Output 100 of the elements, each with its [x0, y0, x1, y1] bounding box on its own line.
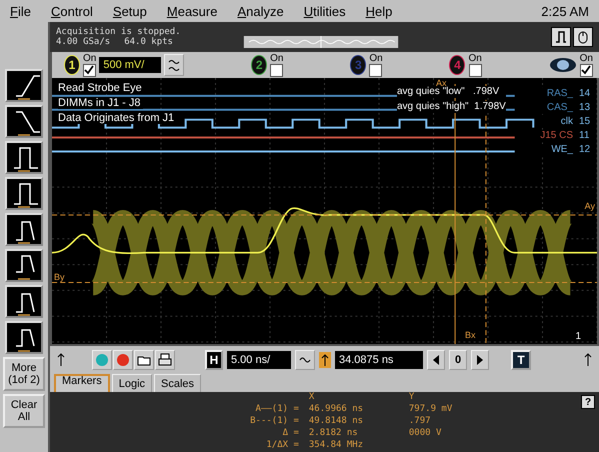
marker-label: Ay	[584, 201, 595, 211]
marker-y-value: .797	[408, 416, 432, 428]
marker-x-value: 354.84 MHz	[308, 440, 364, 452]
measurement-annotation: avg quies "low" .798V	[397, 86, 506, 98]
menu-item[interactable]: Help	[366, 4, 392, 18]
tab[interactable]: Markers	[54, 374, 110, 392]
signal-number: 11	[579, 130, 590, 142]
menu-item[interactable]: Analyze	[237, 4, 284, 18]
channel-checkbox[interactable]	[468, 64, 482, 76]
measurement-tool-button[interactable]	[5, 141, 43, 174]
marker-label: By	[54, 272, 65, 282]
column-heading: X	[308, 392, 316, 404]
signal-name: J15 CS	[540, 130, 573, 142]
center-button[interactable]: 0	[449, 350, 467, 370]
marker-line[interactable]	[454, 84, 456, 344]
channel-number[interactable]: 4	[449, 55, 466, 75]
on-label: On	[580, 54, 593, 64]
signal-name: CAS_	[546, 102, 573, 114]
menu-item[interactable]: Utilities	[304, 4, 346, 18]
signal-name: WE_	[551, 144, 573, 156]
channel-indicator: 1	[575, 331, 581, 342]
memory-depth: 64.0 kpts	[124, 37, 173, 47]
digital-checkbox[interactable]	[580, 64, 593, 76]
circle-icon	[95, 353, 109, 367]
measurement-tool-button[interactable]	[5, 249, 43, 282]
signal-number: 12	[579, 144, 592, 156]
signal-number: 14	[579, 88, 592, 100]
measurement-tool-button[interactable]	[5, 285, 43, 318]
scope-mode-button[interactable]	[551, 27, 571, 47]
vertical-scale-field[interactable]: 500 mV/	[99, 57, 162, 73]
marker-line[interactable]	[485, 84, 486, 344]
right-arrow-icon	[476, 354, 484, 366]
measurement-tool-button[interactable]	[5, 69, 43, 102]
menu-item[interactable]: Measure	[166, 4, 218, 18]
marker-y-value: 797.9 mV	[408, 404, 454, 416]
fine-adjust-button[interactable]	[295, 350, 315, 370]
time-scale-field[interactable]: 5.00 ns/	[227, 351, 291, 369]
left-arrow-icon	[432, 354, 440, 366]
channel-checkbox[interactable]	[270, 64, 284, 76]
up-arrow-icon[interactable]	[583, 353, 593, 367]
left-arrow-button[interactable]	[427, 350, 445, 370]
acquisition-status: Acquisition is stopped.	[56, 27, 181, 37]
measurement-annotation: avg quies "high" 1.798V	[397, 101, 506, 113]
printer-icon	[158, 353, 172, 367]
marker-y-value: 0000 V	[408, 428, 442, 440]
marker-x-value: 2.8182 ns	[308, 428, 359, 440]
marker-label: Bx	[465, 330, 476, 340]
marker-label: Ax	[436, 78, 447, 88]
position-field[interactable]: 34.0875 ns	[335, 351, 423, 369]
print-button[interactable]	[155, 350, 175, 370]
marker-line[interactable]	[52, 214, 597, 216]
menu-item[interactable]: Control	[50, 4, 93, 18]
stop-button[interactable]	[113, 350, 133, 370]
signal-name: RAS_	[546, 88, 573, 100]
digital-channel-icon[interactable]	[548, 57, 577, 73]
marker-name: B---(1) =	[250, 416, 299, 428]
marker-line[interactable]	[52, 282, 597, 283]
trigger-button[interactable]: T	[511, 350, 531, 370]
menu-item[interactable]: Setup	[112, 4, 147, 18]
tab[interactable]: Scales	[154, 374, 202, 392]
measurement-tool-button[interactable]	[5, 177, 43, 210]
channel-checkbox[interactable]	[369, 64, 382, 76]
clear-all-button[interactable]: Clear All	[3, 394, 45, 428]
help-button[interactable]: ?	[581, 395, 595, 409]
circle-icon	[116, 353, 130, 367]
waveform-annotation: Read Strobe Eye	[58, 82, 144, 94]
channel-number[interactable]: 1	[64, 55, 80, 75]
channel-number[interactable]: 2	[251, 55, 268, 75]
mouse-mode-button[interactable]	[573, 27, 593, 47]
on-label: On	[270, 54, 284, 64]
more-button[interactable]: More (1of 2)	[3, 357, 45, 391]
trigger-icon	[319, 352, 331, 368]
channel-checkbox[interactable]	[83, 64, 96, 76]
pulse-icon	[554, 30, 568, 44]
on-label: On	[83, 54, 96, 64]
measurement-tool-button[interactable]	[5, 321, 43, 354]
up-arrow-icon[interactable]	[56, 353, 66, 367]
waveform-annotation: DIMMs in J1 - J8	[58, 97, 143, 109]
on-label: On	[468, 54, 482, 64]
marker-name: A——(1) =	[254, 404, 299, 416]
sample-rate: 4.00 GSa/s	[56, 37, 110, 47]
measurement-tool-button[interactable]	[5, 213, 43, 246]
on-label: On	[369, 54, 383, 64]
fine-adjust-button[interactable]	[164, 54, 184, 76]
marker-x-value: 49.8148 ns	[308, 416, 364, 428]
column-heading: Y	[408, 392, 416, 404]
signal-number: 13	[579, 102, 592, 114]
mouse-icon	[576, 30, 590, 44]
menu-item[interactable]: File	[10, 4, 31, 18]
marker-name: Δ =	[282, 428, 299, 440]
tab[interactable]: Logic	[112, 374, 152, 392]
horizontal-button[interactable]: H	[205, 350, 223, 370]
measurement-tool-button[interactable]	[5, 105, 43, 138]
right-arrow-button[interactable]	[471, 350, 489, 370]
signal-number: 15	[579, 116, 592, 128]
open-button[interactable]	[134, 350, 154, 370]
waveform-annotation: Data Originates from J1	[58, 112, 176, 124]
clock-time: 2:25 AM	[541, 4, 589, 18]
marker-name: 1/ΔX =	[265, 440, 299, 452]
signal-name: clk	[560, 116, 573, 128]
